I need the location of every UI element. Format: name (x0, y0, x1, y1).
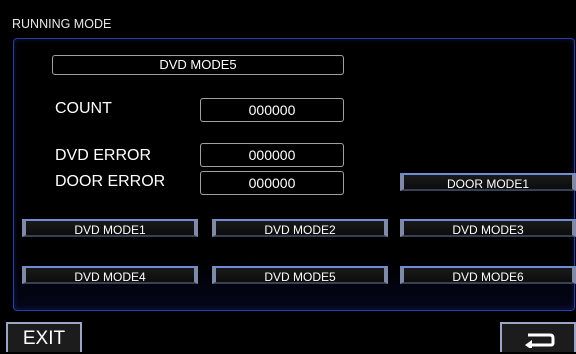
dvd-mode5-button[interactable]: DVD MODE5 (212, 266, 388, 284)
dvd-mode6-button[interactable]: DVD MODE6 (400, 266, 576, 284)
door-mode1-button[interactable]: DOOR MODE1 (400, 173, 576, 191)
dvd-mode1-button[interactable]: DVD MODE1 (22, 219, 198, 237)
dvd-error-label: DVD ERROR (55, 147, 152, 164)
current-mode-display: DVD MODE5 (52, 55, 344, 75)
dvd-mode3-button[interactable]: DVD MODE3 (400, 219, 576, 237)
return-arrow-icon (525, 333, 555, 348)
door-error-label: DOOR ERROR (55, 173, 166, 190)
dvd-mode2-button[interactable]: DVD MODE2 (212, 219, 388, 237)
door-error-value: 000000 (200, 171, 344, 195)
back-button[interactable] (500, 322, 576, 352)
dvd-mode4-button[interactable]: DVD MODE4 (22, 266, 198, 284)
dvd-error-value: 000000 (200, 143, 344, 167)
exit-button[interactable]: EXIT (6, 322, 82, 352)
count-label: COUNT (55, 100, 112, 117)
screen-title: RUNNING MODE (12, 17, 112, 31)
count-value: 000000 (200, 98, 344, 122)
